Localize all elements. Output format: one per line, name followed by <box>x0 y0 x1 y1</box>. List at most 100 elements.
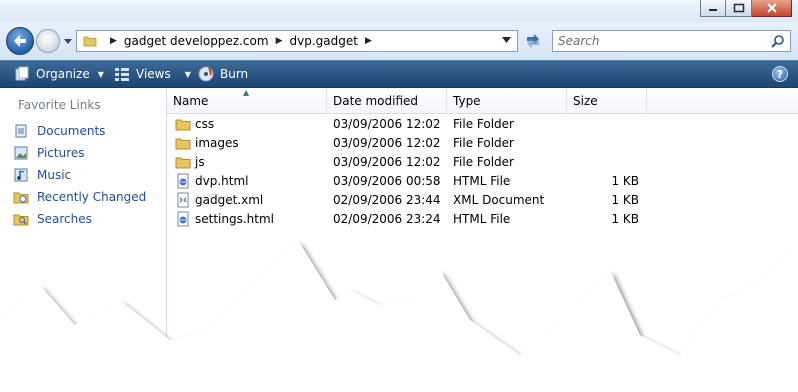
file-name-cell: gadget.xml <box>175 190 263 209</box>
folder-icon <box>175 116 191 132</box>
file-row[interactable]: images 03/09/2006 12:02 File Folder <box>167 133 637 152</box>
refresh-icon[interactable] <box>522 32 544 50</box>
close-button[interactable] <box>752 0 792 17</box>
file-type: XML Document <box>453 192 545 207</box>
breadcrumb-item[interactable]: dvp.gadget <box>289 34 357 48</box>
folder-icon <box>83 36 97 47</box>
column-header-size[interactable]: Size <box>567 88 647 113</box>
xml-file-icon <box>175 192 191 208</box>
html-file-icon <box>175 211 191 227</box>
nav-link-label: Documents <box>37 124 106 138</box>
nav-link-label: Music <box>37 168 72 182</box>
forward-button[interactable] <box>36 29 60 53</box>
help-button[interactable]: ? <box>772 66 788 82</box>
folder-icon <box>175 135 191 151</box>
views-button[interactable]: Views ▼ <box>114 61 191 87</box>
breadcrumb-separator-icon[interactable]: ▶ <box>110 36 117 46</box>
file-name-cell: css <box>175 114 214 133</box>
file-size <box>573 114 639 133</box>
search-input[interactable]: Search <box>552 30 791 52</box>
column-header-name[interactable]: Name ▲ <box>167 88 327 113</box>
nav-link-label: Recently Changed <box>37 190 147 204</box>
file-row[interactable]: js 03/09/2006 12:02 File Folder <box>167 152 637 171</box>
breadcrumb-separator-icon[interactable]: ▶ <box>276 36 283 46</box>
burn-button[interactable]: Burn <box>198 61 248 87</box>
file-name: dvp.html <box>195 173 249 188</box>
minimize-button[interactable] <box>700 0 726 17</box>
title-bar <box>0 0 798 22</box>
column-label: Date modified <box>333 93 419 108</box>
sort-ascending-icon: ▲ <box>243 88 250 97</box>
html-file-icon <box>175 173 191 189</box>
file-date: 02/09/2006 23:24 <box>333 211 441 226</box>
file-name-cell: dvp.html <box>175 171 248 190</box>
file-name: gadget.xml <box>195 192 264 207</box>
nav-link-searches[interactable]: Searches <box>12 210 92 228</box>
file-type: File Folder <box>453 154 514 169</box>
help-icon: ? <box>776 67 784 81</box>
file-type: HTML File <box>453 211 511 226</box>
searches-icon <box>12 211 30 227</box>
music-icon <box>12 167 30 183</box>
file-size: 1 KB <box>611 173 639 188</box>
views-label: Views <box>136 67 171 81</box>
file-size <box>573 133 639 152</box>
file-size: 1 KB <box>611 211 639 226</box>
breadcrumb: ▶ gadget developpez.com ▶ dvp.gadget ▶ <box>83 31 379 51</box>
nav-link-label: Searches <box>37 212 92 226</box>
breadcrumb-separator-icon[interactable]: ▶ <box>365 36 372 46</box>
nav-link-recently-changed[interactable]: Recently Changed <box>12 188 146 206</box>
file-type: File Folder <box>453 116 514 131</box>
file-name: css <box>195 116 215 131</box>
file-name-cell: js <box>175 152 205 171</box>
address-bar[interactable]: ▶ gadget developpez.com ▶ dvp.gadget ▶ <box>76 30 518 52</box>
file-size <box>573 152 639 171</box>
chevron-down-icon[interactable] <box>502 36 511 44</box>
search-placeholder: Search <box>558 34 600 48</box>
command-bar: Organize ▼ Views ▼ Burn ? <box>0 60 798 88</box>
organize-label: Organize <box>36 67 90 81</box>
file-size: 1 KB <box>611 192 639 207</box>
burn-disc-icon <box>198 66 214 82</box>
file-date: 03/09/2006 00:58 <box>333 173 441 188</box>
burn-label: Burn <box>220 67 249 81</box>
recent-pages-dropdown-icon[interactable] <box>63 35 73 47</box>
file-list: Name ▲ Date modified Type Size css 03/09… <box>167 88 798 392</box>
back-arrow-icon <box>14 35 26 47</box>
column-label: Size <box>573 93 598 108</box>
file-date: 03/09/2006 12:02 <box>333 116 441 131</box>
documents-icon <box>12 123 30 139</box>
file-name-cell: images <box>175 133 239 152</box>
breadcrumb-item[interactable]: gadget developpez.com <box>124 34 269 48</box>
views-icon <box>115 68 129 81</box>
file-row[interactable]: settings.html 02/09/2006 23:24 HTML File… <box>167 209 639 228</box>
nav-link-music[interactable]: Music <box>12 166 71 184</box>
search-icon[interactable] <box>771 34 785 48</box>
organize-icon <box>15 66 29 81</box>
close-icon <box>766 3 777 13</box>
file-type: File Folder <box>453 135 514 150</box>
favorite-links-header: Favorite Links <box>18 98 101 112</box>
column-header-date-modified[interactable]: Date modified <box>327 88 447 113</box>
explorer-window: ▶ gadget developpez.com ▶ dvp.gadget ▶ S… <box>0 0 798 392</box>
organize-button[interactable]: Organize ▼ <box>14 61 104 87</box>
file-row[interactable]: gadget.xml 02/09/2006 23:44 XML Document… <box>167 190 639 209</box>
maximize-icon <box>733 3 744 13</box>
nav-link-documents[interactable]: Documents <box>12 122 105 140</box>
file-name-cell: settings.html <box>175 209 274 228</box>
nav-link-label: Pictures <box>37 146 85 160</box>
window-controls <box>700 0 792 18</box>
file-row[interactable]: css 03/09/2006 12:02 File Folder <box>167 114 637 133</box>
nav-link-pictures[interactable]: Pictures <box>12 144 85 162</box>
file-row[interactable]: dvp.html 03/09/2006 00:58 HTML File 1 KB <box>167 171 639 190</box>
back-button[interactable] <box>6 27 34 55</box>
maximize-button[interactable] <box>726 0 752 17</box>
column-header-type[interactable]: Type <box>447 88 567 113</box>
forward-arrow-icon <box>43 36 53 46</box>
file-name: images <box>195 135 239 150</box>
file-name: js <box>195 154 205 169</box>
address-row: ▶ gadget developpez.com ▶ dvp.gadget ▶ S… <box>0 22 798 60</box>
column-label: Name <box>173 93 209 108</box>
file-date: 03/09/2006 12:02 <box>333 135 441 150</box>
file-name: settings.html <box>195 211 275 226</box>
